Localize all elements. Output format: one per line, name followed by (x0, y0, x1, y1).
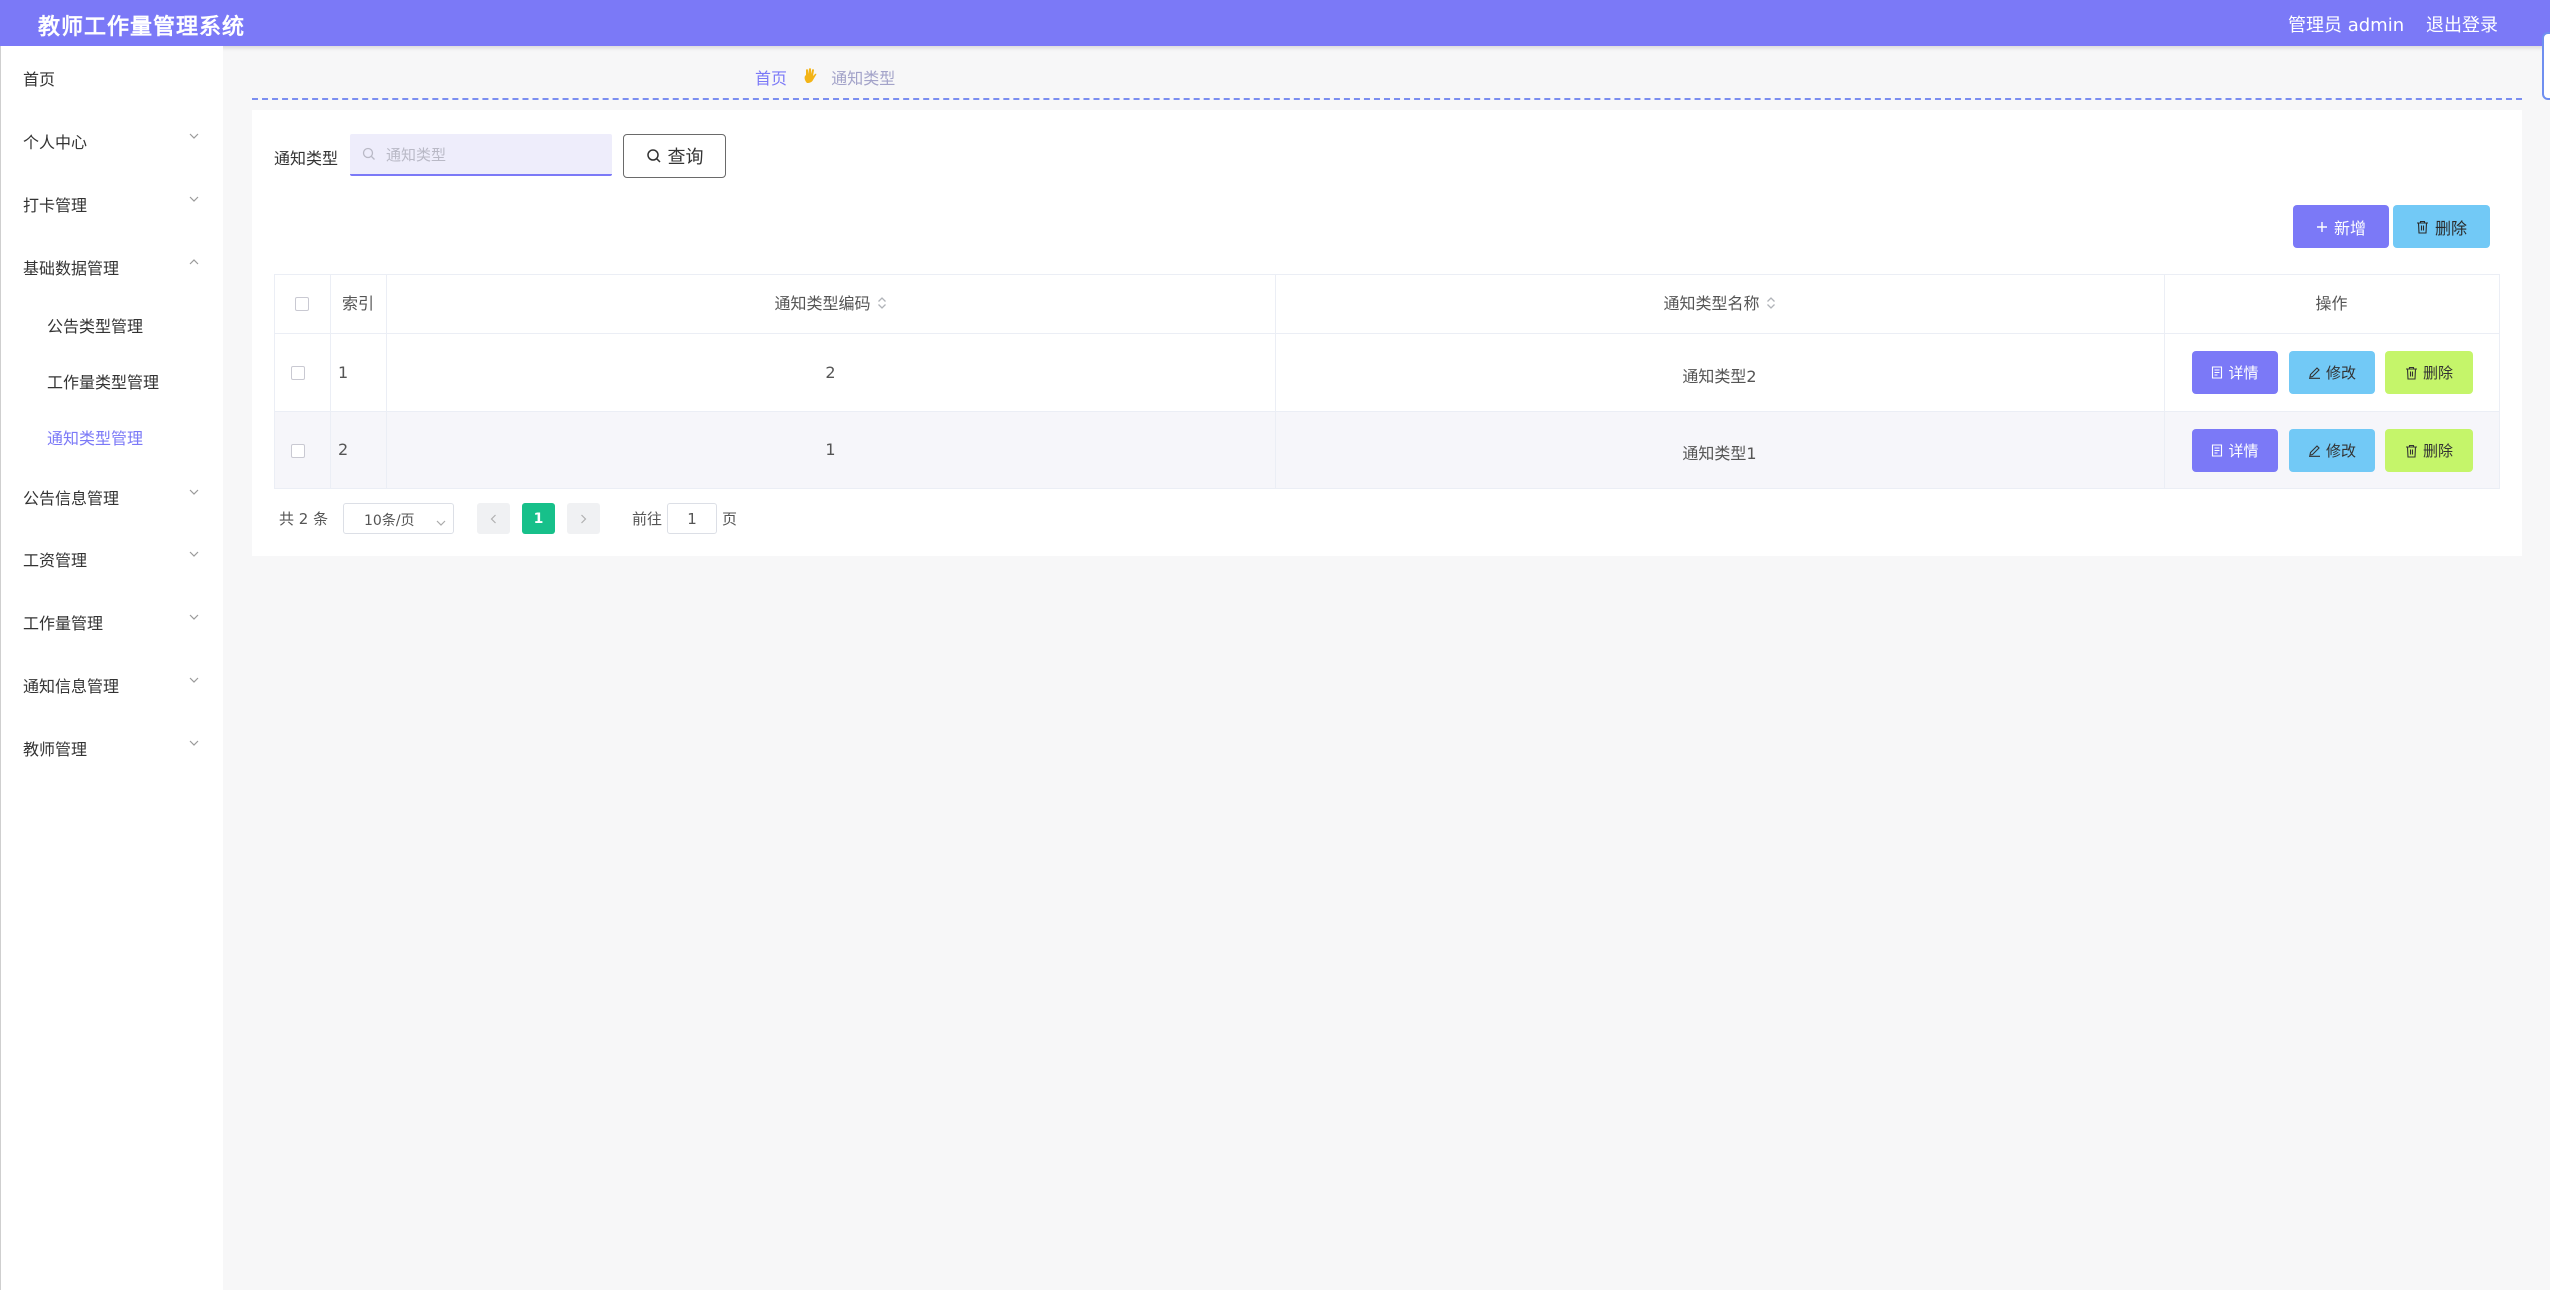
add-button-label: 新增 (2333, 218, 2366, 238)
delete-button-label: 删除 (2422, 364, 2453, 382)
column-header-index: 索引 (341, 294, 374, 313)
sidebar-item-checkin[interactable]: 打卡管理 (23, 192, 87, 216)
sidebar-item-home[interactable]: 首页 (23, 66, 55, 90)
chevron-down-icon (436, 515, 446, 531)
edit-button-label: 修改 (2325, 364, 2356, 382)
row-name: 通知类型1 (1682, 444, 1757, 463)
sidebar: 首页 个人中心 打卡管理 基础数据管理 公告类型管理 工作量类型管理 通知类型管… (0, 46, 223, 1290)
chevron-right-icon (581, 514, 587, 523)
chevron-down-icon[interactable] (189, 676, 199, 684)
sidebar-subitem-notice-type[interactable]: 公告类型管理 (47, 313, 143, 337)
hand-icon (803, 68, 817, 88)
batch-delete-label: 删除 (2434, 218, 2467, 238)
search-field[interactable] (350, 134, 612, 176)
column-header-actions: 操作 (2315, 294, 2348, 313)
chevron-down-icon[interactable] (189, 739, 199, 747)
query-button-label: 查询 (667, 147, 704, 168)
breadcrumb-current: 通知类型 (831, 69, 896, 88)
app-title: 教师工作量管理系统 (38, 15, 246, 40)
sidebar-item-salary[interactable]: 工资管理 (23, 547, 87, 571)
edit-button[interactable]: 修改 (2289, 429, 2375, 472)
prev-page-button[interactable] (477, 503, 510, 534)
sidebar-item-basic-data[interactable]: 基础数据管理 (23, 255, 119, 279)
sidebar-subitem-workload-type[interactable]: 工作量类型管理 (47, 369, 159, 393)
batch-delete-button[interactable]: 删除 (2393, 205, 2490, 248)
search-label: 通知类型 (274, 149, 339, 168)
breadcrumb: 首页 通知类型 (755, 65, 895, 89)
sort-icon[interactable] (1766, 275, 1776, 335)
add-button[interactable]: 新增 (2293, 205, 2389, 248)
edit-button-label: 修改 (2325, 442, 2356, 460)
column-divider (2499, 274, 2500, 489)
column-header-code-label: 通知类型编码 (774, 294, 871, 313)
sidebar-item-teacher[interactable]: 教师管理 (23, 736, 87, 760)
next-page-button[interactable] (567, 503, 600, 534)
chevron-down-icon[interactable] (189, 195, 199, 203)
row-checkbox[interactable] (291, 366, 305, 380)
goto-page-input[interactable] (667, 503, 717, 534)
page-size-value: 10条/页 (364, 513, 415, 529)
delete-button-label: 删除 (2422, 442, 2453, 460)
side-panel-toggle[interactable] (2542, 32, 2550, 100)
page-number-current[interactable]: 1 (522, 503, 555, 534)
sort-icon[interactable] (877, 275, 887, 335)
sidebar-item-announcement[interactable]: 公告信息管理 (23, 485, 119, 509)
pencil-icon (2308, 366, 2321, 379)
document-icon (2211, 444, 2223, 457)
chevron-down-icon[interactable] (189, 550, 199, 558)
row-index: 1 (338, 363, 349, 382)
detail-button-label: 详情 (2228, 364, 2259, 382)
detail-button-label: 详情 (2228, 442, 2259, 460)
trash-icon (2405, 444, 2418, 458)
goto-label: 前往 (632, 510, 663, 528)
query-button[interactable]: 查询 (623, 134, 726, 178)
trash-icon (2416, 220, 2429, 234)
data-table: 索引 通知类型编码 通知类型名称 操作 1 2 通知类型2 详情 修改 删除 2… (274, 274, 2500, 489)
breadcrumb-divider (252, 98, 2522, 100)
column-header-name-label: 通知类型名称 (1663, 294, 1760, 313)
row-index: 2 (338, 440, 349, 459)
delete-button[interactable]: 删除 (2385, 429, 2473, 472)
chevron-left-icon (490, 514, 496, 523)
column-header-code[interactable]: 通知类型编码 (386, 274, 1275, 334)
current-user: 管理员 admin (2288, 15, 2405, 36)
detail-button[interactable]: 详情 (2192, 351, 2278, 394)
sidebar-item-notification[interactable]: 通知信息管理 (23, 673, 119, 697)
row-code: 1 (825, 440, 836, 459)
chevron-down-icon[interactable] (189, 488, 199, 496)
plus-icon (2316, 221, 2328, 233)
pencil-icon (2308, 444, 2321, 457)
search-input[interactable] (384, 142, 608, 168)
row-checkbox[interactable] (291, 444, 305, 458)
chevron-down-icon[interactable] (189, 613, 199, 621)
logout-link[interactable]: 退出登录 (2426, 11, 2498, 37)
delete-button[interactable]: 删除 (2385, 351, 2473, 394)
page-size-select[interactable]: 10条/页 (343, 503, 454, 534)
search-icon (646, 149, 661, 163)
column-divider (274, 274, 275, 489)
pagination-total: 共 2 条 (279, 510, 329, 528)
search-icon (362, 146, 376, 165)
top-header: 教师工作量管理系统 管理员 admin 退出登录 (0, 0, 2550, 46)
sidebar-item-workload[interactable]: 工作量管理 (23, 610, 103, 634)
detail-button[interactable]: 详情 (2192, 429, 2278, 472)
breadcrumb-home[interactable]: 首页 (755, 69, 787, 88)
column-header-name[interactable]: 通知类型名称 (1275, 274, 2164, 334)
sidebar-item-personal-center[interactable]: 个人中心 (23, 129, 87, 153)
edit-button[interactable]: 修改 (2289, 351, 2375, 394)
select-all-checkbox[interactable] (295, 297, 309, 311)
goto-suffix: 页 (722, 510, 738, 528)
chevron-down-icon[interactable] (189, 132, 199, 140)
trash-icon (2405, 366, 2418, 380)
document-icon (2211, 366, 2223, 379)
row-name: 通知类型2 (1682, 367, 1757, 386)
row-code: 2 (825, 363, 836, 382)
sidebar-subitem-notification-type[interactable]: 通知类型管理 (47, 425, 143, 449)
chevron-up-icon[interactable] (189, 258, 199, 266)
